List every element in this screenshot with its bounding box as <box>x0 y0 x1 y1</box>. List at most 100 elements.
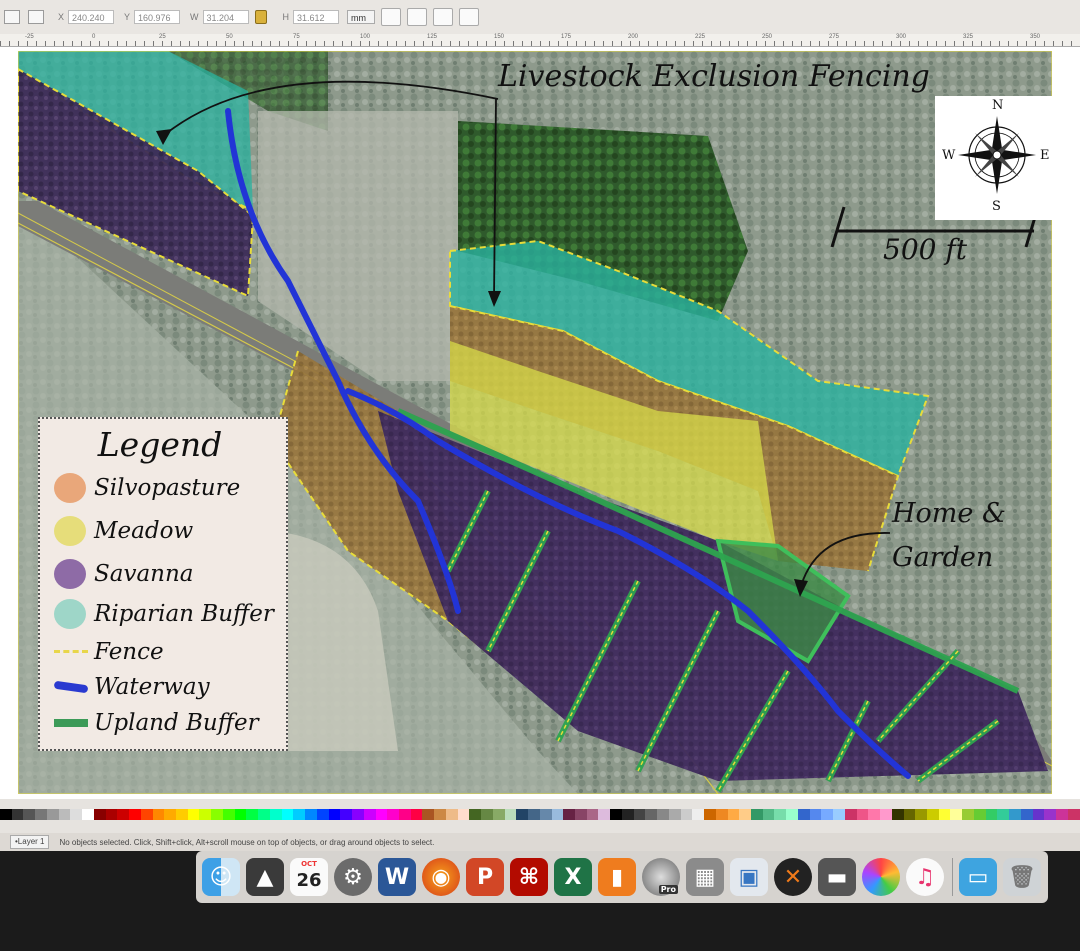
palette-swatch[interactable] <box>574 809 587 820</box>
palette-swatch[interactable] <box>258 809 270 820</box>
palette-swatch[interactable] <box>973 809 986 820</box>
palette-swatch[interactable] <box>492 809 505 820</box>
palette-swatch[interactable] <box>880 809 892 820</box>
palette-swatch[interactable] <box>93 809 106 820</box>
palette-swatch[interactable] <box>35 809 47 820</box>
palette-swatch[interactable] <box>457 809 470 820</box>
palette-swatch[interactable] <box>117 809 130 820</box>
y-field[interactable]: 160.976 <box>134 10 181 24</box>
palette-swatch[interactable] <box>140 809 153 820</box>
downloads-folder-icon[interactable]: ▭ <box>959 858 997 896</box>
palette-swatch[interactable] <box>997 809 1010 820</box>
palette-swatch[interactable] <box>481 809 493 820</box>
powerpoint-icon[interactable]: P <box>466 858 504 896</box>
itunes-icon[interactable]: ♫ <box>906 858 944 896</box>
palette-swatch[interactable] <box>938 809 951 820</box>
palette-swatch[interactable] <box>234 809 247 820</box>
google-earth-pro-icon[interactable]: Pro <box>642 858 680 896</box>
palette-swatch[interactable] <box>105 809 118 820</box>
palette-swatch[interactable] <box>856 809 869 820</box>
unit-select[interactable]: mm <box>347 10 376 24</box>
palette-swatch[interactable] <box>692 809 705 820</box>
palette-swatch[interactable] <box>1056 809 1068 820</box>
palette-swatch[interactable] <box>915 809 928 820</box>
palette-swatch[interactable] <box>211 809 223 820</box>
palette-swatch[interactable] <box>281 809 294 820</box>
palette-swatch[interactable] <box>563 809 575 820</box>
palette-swatch[interactable] <box>903 809 916 820</box>
scale-stroke-button[interactable] <box>381 8 402 26</box>
transform-patterns-button[interactable] <box>459 8 480 26</box>
inkscape-icon[interactable]: ▲ <box>246 858 284 896</box>
system-preferences-icon[interactable]: ⚙ <box>334 858 372 896</box>
preview-icon[interactable]: ▣ <box>730 858 768 896</box>
palette-swatch[interactable] <box>727 809 740 820</box>
excel-icon[interactable]: X <box>554 858 592 896</box>
palette-swatch[interactable] <box>328 809 341 820</box>
height-field[interactable]: 31.612 <box>293 10 340 24</box>
palette-swatch[interactable] <box>586 809 599 820</box>
palette-swatch[interactable] <box>950 809 963 820</box>
layer-selector[interactable]: •Layer 1 <box>10 835 50 849</box>
palette-swatch[interactable] <box>504 809 517 820</box>
palette-swatch[interactable] <box>363 809 376 820</box>
palette-swatch[interactable] <box>704 809 716 820</box>
palette-swatch[interactable] <box>774 809 787 820</box>
palette-swatch[interactable] <box>398 809 411 820</box>
palette-swatch[interactable] <box>1020 809 1033 820</box>
palette-swatch[interactable] <box>821 809 834 820</box>
palette-swatch[interactable] <box>410 809 423 820</box>
palette-swatch[interactable] <box>762 809 775 820</box>
palette-swatch[interactable] <box>645 809 658 820</box>
palette-swatch[interactable] <box>129 809 141 820</box>
palette-swatch[interactable] <box>868 809 881 820</box>
palette-swatch[interactable] <box>352 809 364 820</box>
acrobat-icon[interactable]: ⌘ <box>510 858 548 896</box>
select-all-icon[interactable] <box>4 10 20 24</box>
trash-icon[interactable]: 🗑 <box>1003 858 1041 896</box>
palette-swatch[interactable] <box>82 809 94 820</box>
palette-swatch[interactable] <box>1044 809 1057 820</box>
palette-swatch[interactable] <box>797 809 810 820</box>
scale-corners-button[interactable] <box>407 8 428 26</box>
palette-swatch[interactable] <box>551 809 564 820</box>
palette-swatch[interactable] <box>927 809 939 820</box>
palette-swatch[interactable] <box>387 809 399 820</box>
palette-swatch[interactable] <box>0 809 12 820</box>
palette-swatch[interactable] <box>469 809 482 820</box>
palette-swatch[interactable] <box>316 809 329 820</box>
palette-swatch[interactable] <box>844 809 857 820</box>
palette-swatch[interactable] <box>598 809 611 820</box>
palette-swatch[interactable] <box>269 809 282 820</box>
palette-swatch[interactable] <box>375 809 388 820</box>
palette-swatch[interactable] <box>985 809 998 820</box>
align-icon[interactable] <box>28 10 44 24</box>
palette-swatch[interactable] <box>809 809 822 820</box>
palette-swatch[interactable] <box>680 809 693 820</box>
palette-swatch[interactable] <box>46 809 59 820</box>
palette-swatch[interactable] <box>539 809 552 820</box>
firefox-icon[interactable]: ◉ <box>422 858 460 896</box>
color-palette[interactable] <box>0 809 1080 820</box>
palette-swatch[interactable] <box>340 809 353 820</box>
palette-swatch[interactable] <box>199 809 212 820</box>
palette-swatch[interactable] <box>528 809 540 820</box>
palette-swatch[interactable] <box>668 809 681 820</box>
palette-swatch[interactable] <box>23 809 36 820</box>
palette-swatch[interactable] <box>11 809 24 820</box>
palette-swatch[interactable] <box>434 809 446 820</box>
palette-swatch[interactable] <box>715 809 728 820</box>
finder-icon[interactable]: ☺ <box>202 858 240 896</box>
palette-swatch[interactable] <box>246 809 259 820</box>
width-field[interactable]: 31.204 <box>202 10 249 24</box>
palette-swatch[interactable] <box>1032 809 1045 820</box>
palette-swatch[interactable] <box>610 809 622 820</box>
palette-swatch[interactable] <box>70 809 83 820</box>
palette-swatch[interactable] <box>1067 809 1080 820</box>
palette-swatch[interactable] <box>786 809 798 820</box>
xquartz-icon[interactable]: ✕ <box>774 858 812 896</box>
palette-swatch[interactable] <box>164 809 177 820</box>
palette-swatch[interactable] <box>176 809 188 820</box>
palette-swatch[interactable] <box>962 809 974 820</box>
palette-swatch[interactable] <box>516 809 529 820</box>
